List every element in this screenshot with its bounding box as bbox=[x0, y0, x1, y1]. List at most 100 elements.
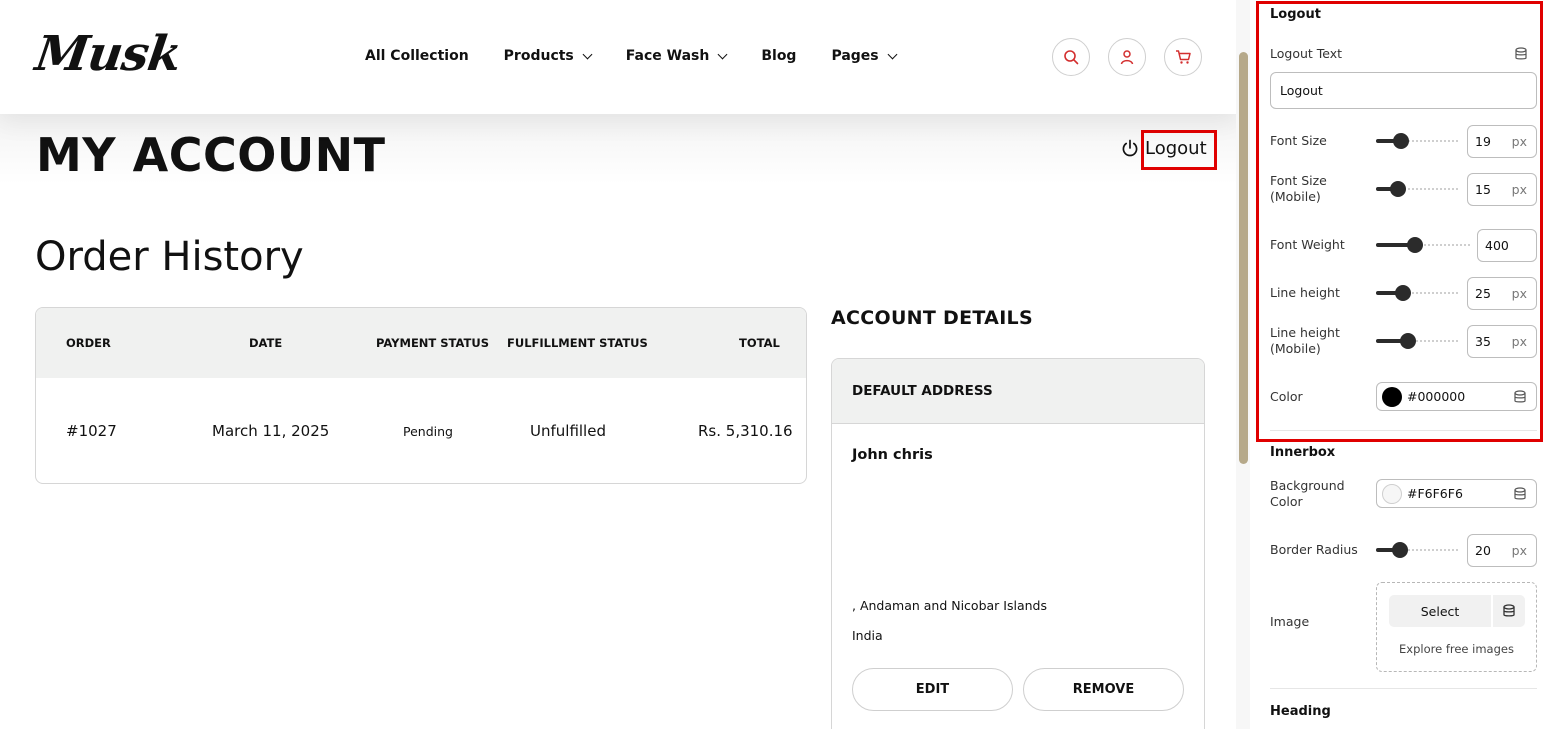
unit-label: px bbox=[1511, 134, 1527, 149]
search-button[interactable] bbox=[1052, 38, 1090, 76]
chevron-down-icon bbox=[887, 49, 898, 59]
column-header-date: DATE bbox=[249, 336, 283, 350]
cart-button[interactable] bbox=[1164, 38, 1202, 76]
nav-label: All Collection bbox=[365, 48, 469, 64]
image-dropzone[interactable]: Select Explore free images bbox=[1376, 582, 1537, 672]
select-image-button[interactable]: Select bbox=[1389, 595, 1491, 627]
section-title-heading[interactable]: Heading bbox=[1270, 704, 1331, 719]
slider-knob[interactable] bbox=[1400, 333, 1416, 349]
line-height-mobile-input[interactable]: 35 px bbox=[1467, 325, 1537, 358]
preview-scrollbar-thumb[interactable] bbox=[1239, 52, 1248, 464]
line-height-mobile-label: Line height (Mobile) bbox=[1270, 325, 1340, 356]
unit-label: px bbox=[1511, 182, 1527, 197]
nav-label: Pages bbox=[831, 48, 879, 64]
database-icon[interactable] bbox=[1513, 487, 1527, 501]
main-nav: All Collection Products Face Wash Blog P… bbox=[365, 48, 931, 64]
font-weight-slider[interactable] bbox=[1376, 237, 1470, 253]
remove-address-button[interactable]: REMOVE bbox=[1023, 668, 1184, 711]
nav-item-face-wash[interactable]: Face Wash bbox=[625, 48, 728, 64]
logout-text-input[interactable]: Logout bbox=[1270, 72, 1537, 109]
nav-label: Face Wash bbox=[625, 48, 710, 64]
order-total: Rs. 5,310.16 bbox=[698, 422, 793, 440]
database-icon[interactable] bbox=[1514, 47, 1528, 61]
border-radius-label: Border Radius bbox=[1270, 542, 1358, 557]
chevron-down-icon bbox=[582, 49, 593, 59]
font-size-mobile-slider[interactable] bbox=[1376, 181, 1460, 197]
database-icon[interactable] bbox=[1513, 390, 1527, 404]
nav-label: Blog bbox=[761, 48, 797, 64]
unit-label: px bbox=[1511, 286, 1527, 301]
power-icon bbox=[1122, 139, 1138, 157]
table-header: ORDER DATE PAYMENT STATUS FULFILLMENT ST… bbox=[36, 308, 806, 378]
unit-label: px bbox=[1511, 543, 1527, 558]
order-date: March 11, 2025 bbox=[212, 422, 330, 440]
slider-knob[interactable] bbox=[1407, 237, 1423, 253]
color-label: Color bbox=[1270, 389, 1303, 404]
color-picker[interactable]: #000000 bbox=[1376, 382, 1537, 411]
font-size-slider[interactable] bbox=[1376, 133, 1460, 149]
column-header-payment-status: PAYMENT STATUS bbox=[376, 336, 489, 350]
image-label: Image bbox=[1270, 614, 1310, 629]
font-size-input[interactable]: 19 px bbox=[1467, 125, 1537, 158]
input-value: 25 bbox=[1475, 286, 1491, 301]
input-value: 19 bbox=[1475, 134, 1491, 149]
nav-item-blog[interactable]: Blog bbox=[761, 48, 796, 64]
address-country: India bbox=[852, 628, 883, 643]
payment-status: Pending bbox=[403, 424, 453, 439]
user-icon bbox=[1120, 50, 1134, 65]
column-header-total: TOTAL bbox=[739, 336, 780, 350]
border-radius-input[interactable]: 20 px bbox=[1467, 534, 1537, 567]
color-hex-value[interactable]: #F6F6F6 bbox=[1407, 486, 1463, 501]
section-title-logout: Logout bbox=[1270, 7, 1321, 22]
address-card-header: DEFAULT ADDRESS bbox=[832, 359, 1204, 424]
logout-highlight-box bbox=[1141, 130, 1217, 170]
image-source-button[interactable] bbox=[1493, 595, 1525, 627]
address-card-title: DEFAULT ADDRESS bbox=[852, 383, 993, 399]
input-value: 35 bbox=[1475, 334, 1491, 349]
fulfillment-status: Unfulfilled bbox=[530, 422, 606, 440]
column-header-fulfillment-status: FULFILLMENT STATUS bbox=[507, 336, 648, 350]
section-divider bbox=[1270, 430, 1537, 431]
order-number[interactable]: #1027 bbox=[66, 422, 117, 440]
section-divider bbox=[1270, 688, 1537, 689]
database-icon bbox=[1503, 604, 1515, 617]
slider-knob[interactable] bbox=[1390, 181, 1406, 197]
font-weight-input[interactable]: 400 bbox=[1477, 229, 1537, 262]
column-header-order: ORDER bbox=[66, 336, 111, 350]
section-title-innerbox: Innerbox bbox=[1270, 445, 1336, 460]
store-logo[interactable]: Musk bbox=[32, 26, 184, 82]
font-weight-label: Font Weight bbox=[1270, 237, 1345, 252]
orders-table: ORDER DATE PAYMENT STATUS FULFILLMENT ST… bbox=[35, 307, 807, 484]
account-button[interactable] bbox=[1108, 38, 1146, 76]
font-size-label: Font Size bbox=[1270, 133, 1327, 148]
slider-knob[interactable] bbox=[1393, 133, 1409, 149]
background-color-picker[interactable]: #F6F6F6 bbox=[1376, 479, 1537, 508]
explore-free-images-link[interactable]: Explore free images bbox=[1377, 642, 1536, 656]
line-height-input[interactable]: 25 px bbox=[1467, 277, 1537, 310]
address-name: John chris bbox=[852, 447, 933, 463]
edit-address-button[interactable]: EDIT bbox=[852, 668, 1013, 711]
line-height-slider[interactable] bbox=[1376, 285, 1460, 301]
nav-item-products[interactable]: Products bbox=[503, 48, 593, 64]
background-color-label: Background Color bbox=[1270, 478, 1345, 509]
search-icon bbox=[1064, 50, 1079, 65]
account-details-title: ACCOUNT DETAILS bbox=[831, 307, 1033, 329]
input-value: 20 bbox=[1475, 543, 1491, 558]
cart-icon bbox=[1175, 50, 1191, 64]
line-height-mobile-slider[interactable] bbox=[1376, 333, 1460, 349]
color-hex-value[interactable]: #000000 bbox=[1407, 389, 1465, 404]
nav-item-pages[interactable]: Pages bbox=[831, 48, 898, 64]
order-history-title: Order History bbox=[35, 234, 304, 280]
font-size-mobile-input[interactable]: 15 px bbox=[1467, 173, 1537, 206]
nav-item-all-collection[interactable]: All Collection bbox=[365, 48, 469, 64]
slider-knob[interactable] bbox=[1395, 285, 1411, 301]
nav-label: Products bbox=[503, 48, 574, 64]
color-swatch[interactable] bbox=[1382, 387, 1402, 407]
color-swatch[interactable] bbox=[1382, 484, 1402, 504]
font-size-mobile-label: Font Size (Mobile) bbox=[1270, 173, 1327, 204]
chevron-down-icon bbox=[717, 49, 728, 59]
input-value: 400 bbox=[1485, 238, 1509, 253]
slider-knob[interactable] bbox=[1392, 542, 1408, 558]
input-value: 15 bbox=[1475, 182, 1491, 197]
border-radius-slider[interactable] bbox=[1376, 542, 1460, 558]
